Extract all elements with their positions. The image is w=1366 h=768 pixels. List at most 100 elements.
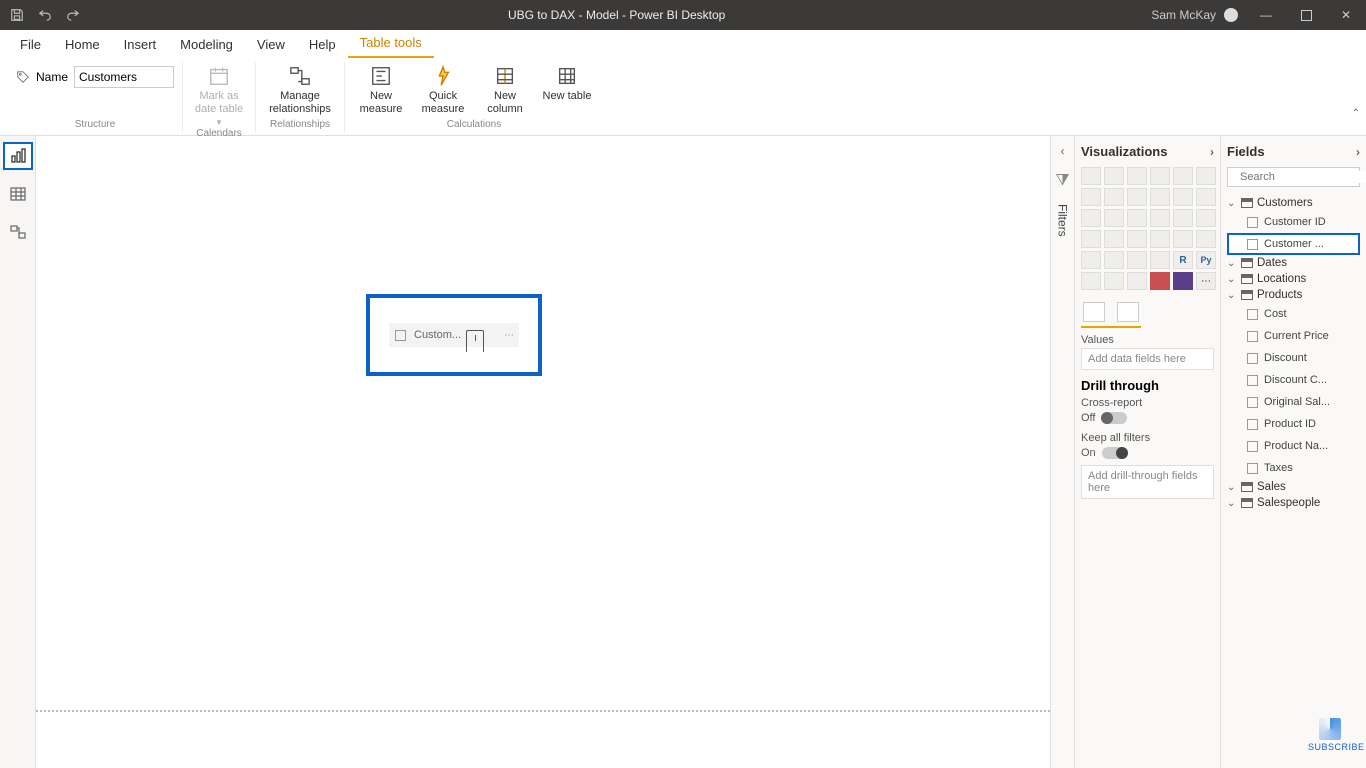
field-cost[interactable]: Cost <box>1227 303 1360 325</box>
tab-help[interactable]: Help <box>297 31 348 58</box>
manage-relationships-button[interactable]: Manage relationships <box>264 62 336 115</box>
field-customer-name[interactable]: Customer ... <box>1227 233 1360 255</box>
waterfall-icon[interactable] <box>1081 209 1101 227</box>
funnel-icon[interactable] <box>1104 209 1124 227</box>
table-visual-icon[interactable] <box>1127 251 1147 269</box>
maximize-button[interactable] <box>1286 0 1326 30</box>
100-column-icon[interactable] <box>1196 167 1216 185</box>
arcgis-icon[interactable] <box>1173 272 1193 290</box>
field-taxes[interactable]: Taxes <box>1227 457 1360 479</box>
py-visual-icon[interactable]: Py <box>1196 251 1216 269</box>
r-visual-icon[interactable]: R <box>1173 251 1193 269</box>
clustered-column-icon[interactable] <box>1150 167 1170 185</box>
slicer-icon[interactable] <box>1104 251 1124 269</box>
quick-measure-button[interactable]: Quick measure <box>415 62 471 115</box>
tab-insert[interactable]: Insert <box>112 31 169 58</box>
fields-search[interactable] <box>1227 167 1360 187</box>
qa-icon[interactable] <box>1127 272 1147 290</box>
save-icon[interactable] <box>10 8 24 22</box>
paginated-icon[interactable] <box>1150 272 1170 290</box>
field-product-name[interactable]: Product Na... <box>1227 435 1360 457</box>
field-customer-id[interactable]: Customer ID <box>1227 211 1360 233</box>
values-dropwell[interactable]: Add data fields here <box>1081 348 1214 370</box>
checkbox-icon[interactable] <box>1247 441 1258 452</box>
table-sales[interactable]: ⌄Sales <box>1227 479 1360 495</box>
ribbon-icon[interactable] <box>1196 188 1216 206</box>
filters-pane-collapsed[interactable]: ‹ ⧩ Filters <box>1050 136 1074 768</box>
subscribe-badge[interactable]: SUBSCRIBE <box>1308 718 1352 752</box>
line-column-icon[interactable] <box>1150 188 1170 206</box>
redo-icon[interactable] <box>66 8 80 22</box>
keep-filters-toggle[interactable] <box>1102 447 1128 459</box>
matrix-icon[interactable] <box>1150 251 1170 269</box>
area-icon[interactable] <box>1104 188 1124 206</box>
shape-map-icon[interactable] <box>1127 230 1147 248</box>
checkbox-icon[interactable] <box>1247 463 1258 474</box>
expand-fields-icon[interactable]: › <box>1356 145 1360 159</box>
map-icon[interactable] <box>1081 230 1101 248</box>
line-clustered-icon[interactable] <box>1173 188 1193 206</box>
cross-report-toggle[interactable] <box>1101 412 1127 424</box>
tab-file[interactable]: File <box>8 31 53 58</box>
100-bar-icon[interactable] <box>1173 167 1193 185</box>
drill-dropwell[interactable]: Add drill-through fields here <box>1081 465 1214 499</box>
checkbox-icon[interactable] <box>1247 375 1258 386</box>
field-discount[interactable]: Discount <box>1227 347 1360 369</box>
checkbox-icon[interactable] <box>1247 397 1258 408</box>
more-icon[interactable]: ⋯ <box>504 330 515 341</box>
visual-placeholder[interactable]: Custom... ⋯ <box>366 294 542 376</box>
scatter-icon[interactable] <box>1127 209 1147 227</box>
field-product-id[interactable]: Product ID <box>1227 413 1360 435</box>
new-table-button[interactable]: New table <box>539 62 595 103</box>
key-influencers-icon[interactable] <box>1081 272 1101 290</box>
stacked-area-icon[interactable] <box>1127 188 1147 206</box>
mark-as-date-button[interactable]: Mark as date table ▾ <box>191 62 247 128</box>
chevron-left-icon[interactable]: ‹ <box>1061 144 1065 158</box>
new-measure-button[interactable]: New measure <box>353 62 409 115</box>
checkbox-icon[interactable] <box>1247 353 1258 364</box>
more-visuals-icon[interactable]: ⋯ <box>1196 272 1216 290</box>
donut-icon[interactable] <box>1173 209 1193 227</box>
avatar-icon[interactable] <box>1224 8 1238 22</box>
checkbox-icon[interactable] <box>1247 239 1258 250</box>
data-view-button[interactable] <box>3 180 33 208</box>
multi-card-icon[interactable] <box>1196 230 1216 248</box>
stacked-column-icon[interactable] <box>1104 167 1124 185</box>
expand-icon[interactable]: › <box>1210 145 1214 159</box>
model-view-button[interactable] <box>3 218 33 246</box>
table-dates[interactable]: ⌄Dates <box>1227 255 1360 271</box>
new-column-button[interactable]: New column <box>477 62 533 115</box>
stacked-bar-icon[interactable] <box>1081 167 1101 185</box>
checkbox-icon[interactable] <box>1247 331 1258 342</box>
undo-icon[interactable] <box>38 8 52 22</box>
field-discount-c[interactable]: Discount C... <box>1227 369 1360 391</box>
tab-home[interactable]: Home <box>53 31 112 58</box>
checkbox-icon[interactable] <box>1247 309 1258 320</box>
minimize-button[interactable]: — <box>1246 0 1286 30</box>
table-locations[interactable]: ⌄Locations <box>1227 271 1360 287</box>
field-original-sal[interactable]: Original Sal... <box>1227 391 1360 413</box>
line-icon[interactable] <box>1081 188 1101 206</box>
kpi-icon[interactable] <box>1081 251 1101 269</box>
checkbox-icon[interactable] <box>395 330 406 341</box>
report-view-button[interactable] <box>3 142 33 170</box>
table-products[interactable]: ⌄Products <box>1227 287 1360 303</box>
checkbox-icon[interactable] <box>1247 217 1258 228</box>
search-input[interactable] <box>1240 171 1366 183</box>
filled-map-icon[interactable] <box>1104 230 1124 248</box>
collapse-ribbon-icon[interactable]: ⌃ <box>1352 108 1360 119</box>
field-current-price[interactable]: Current Price <box>1227 325 1360 347</box>
card-icon[interactable] <box>1173 230 1193 248</box>
table-name-input[interactable] <box>74 66 174 88</box>
close-button[interactable]: ✕ <box>1326 0 1366 30</box>
gauge-icon[interactable] <box>1150 230 1170 248</box>
decomposition-icon[interactable] <box>1104 272 1124 290</box>
checkbox-icon[interactable] <box>1247 419 1258 430</box>
tab-table-tools[interactable]: Table tools <box>348 29 434 58</box>
format-tab-icon[interactable] <box>1117 302 1139 322</box>
pie-icon[interactable] <box>1150 209 1170 227</box>
clustered-bar-icon[interactable] <box>1127 167 1147 185</box>
table-salespeople[interactable]: ⌄Salespeople <box>1227 495 1360 511</box>
user-name[interactable]: Sam McKay <box>1151 8 1216 22</box>
treemap-icon[interactable] <box>1196 209 1216 227</box>
